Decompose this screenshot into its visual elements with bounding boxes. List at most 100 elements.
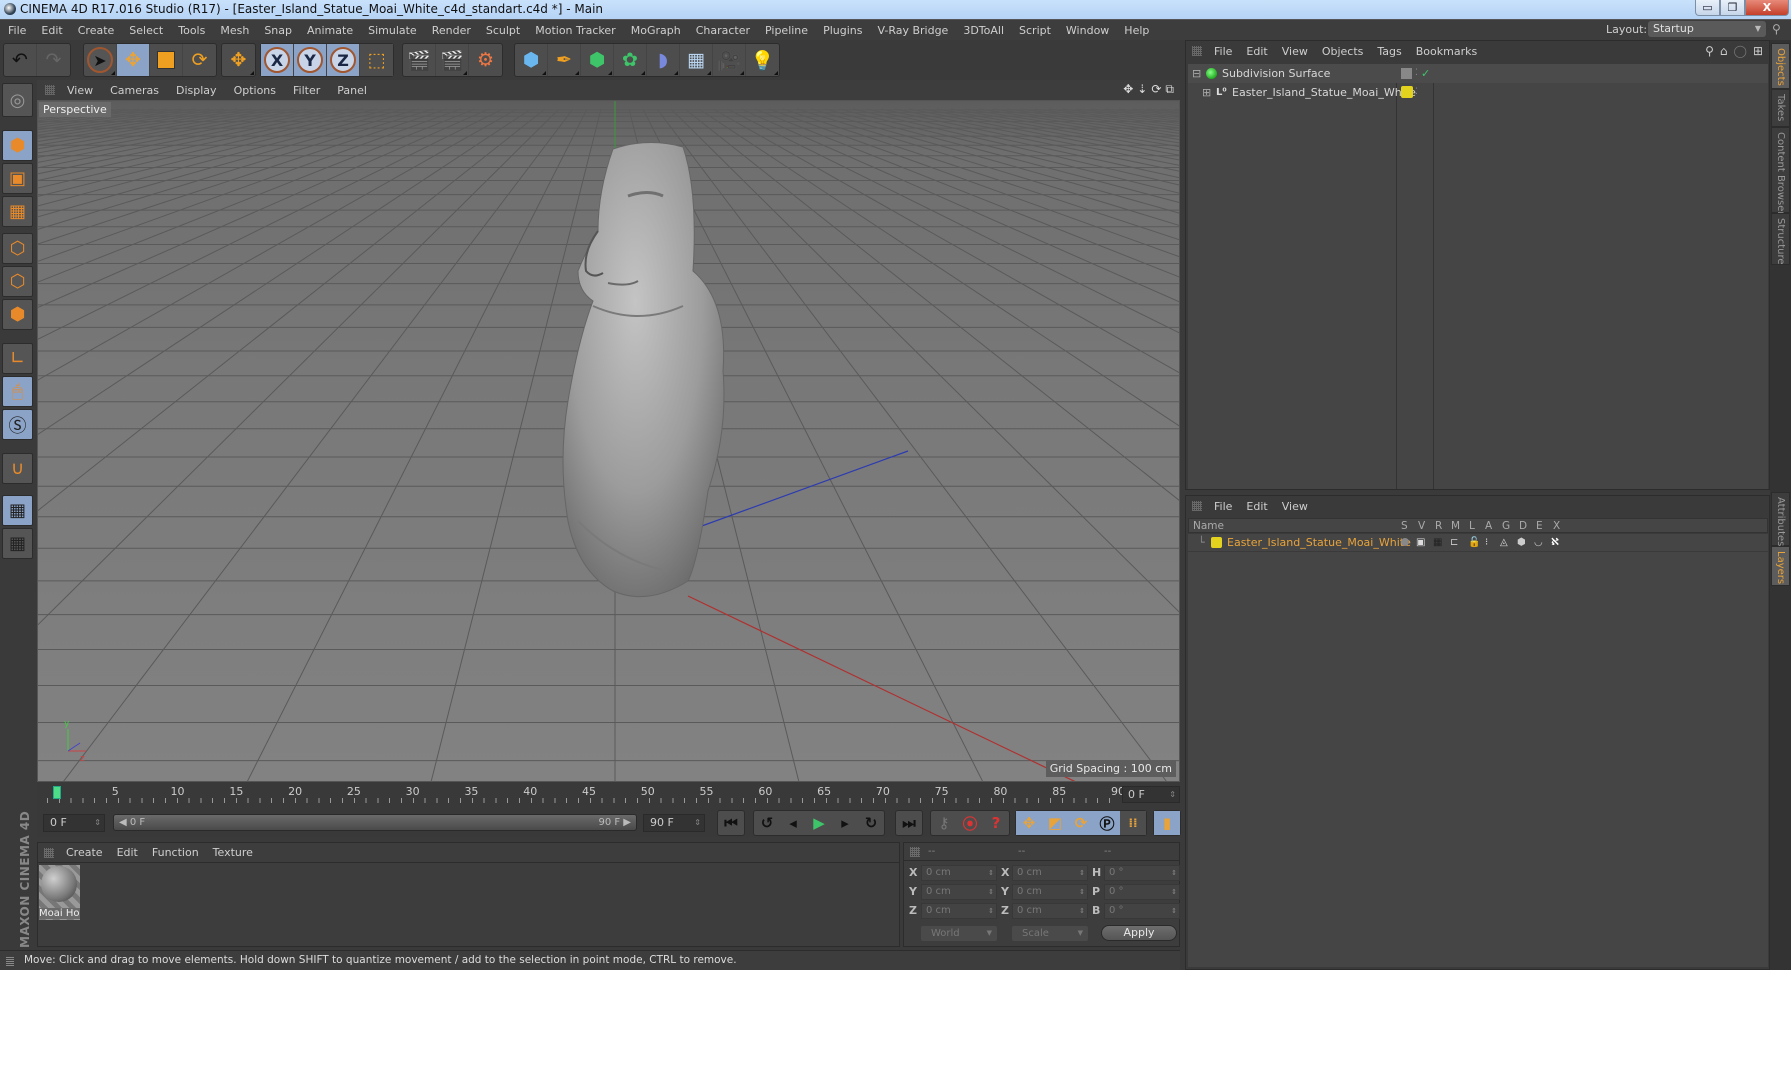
orbit-icon[interactable]: ⟳ (1151, 82, 1161, 97)
enabled-check-icon[interactable]: ✓ (1421, 64, 1430, 83)
solo-mode-button[interactable]: Ⓢ (2, 409, 33, 440)
panel-grip-icon[interactable] (6, 956, 14, 966)
maximize-button[interactable]: ❐ (1720, 0, 1745, 16)
pan-icon[interactable]: ✥ (1123, 82, 1133, 97)
viewport-menu-cameras[interactable]: Cameras (110, 84, 159, 97)
points-mode-button[interactable]: ⬡ (2, 233, 33, 264)
expand-icon[interactable]: ⊞ (1202, 83, 1211, 102)
add-camera-button[interactable]: 🎥 (713, 44, 746, 76)
objects-menu-view[interactable]: View (1282, 45, 1308, 58)
menu-mograph[interactable]: MoGraph (631, 24, 681, 37)
next-frame-button[interactable]: ▸ (832, 811, 858, 835)
apply-button[interactable]: Apply (1101, 925, 1177, 941)
coordinate-system-button[interactable]: ⬚ (360, 44, 393, 76)
layers-menu-file[interactable]: File (1214, 500, 1232, 513)
axis-mode-button[interactable]: ∟ (2, 343, 33, 374)
workplane-cycle-button[interactable]: ▦ (2, 528, 33, 559)
column-name[interactable]: Name (1193, 519, 1224, 533)
play-button[interactable]: ▶ (806, 811, 832, 835)
spinner-icon[interactable]: ⇕ (694, 815, 701, 831)
menu-character[interactable]: Character (696, 24, 750, 37)
tab-structure[interactable]: Structure (1771, 213, 1790, 265)
animation-toggle-icon[interactable]: ⁝ (1485, 534, 1488, 551)
key-position-button[interactable]: ✥ (1016, 811, 1042, 835)
collapse-icon[interactable]: ⊟ (1192, 64, 1201, 83)
menu-render[interactable]: Render (432, 24, 471, 37)
viewport-menu-filter[interactable]: Filter (293, 84, 320, 97)
panel-grip-icon[interactable] (1192, 46, 1202, 56)
viewport-menu-options[interactable]: Options (234, 84, 276, 97)
goto-end-button[interactable]: ⏭ (896, 811, 922, 835)
previous-frame-button[interactable]: ◂ (780, 811, 806, 835)
menu-mesh[interactable]: Mesh (220, 24, 249, 37)
end-frame-field[interactable]: 90 F ⇕ (643, 814, 705, 832)
new-window-icon[interactable]: ⊞ (1753, 44, 1763, 58)
menu-select[interactable]: Select (129, 24, 163, 37)
y-axis-lock-button[interactable]: Y (294, 44, 327, 76)
add-floor-button[interactable]: ▦ (680, 44, 713, 76)
timeline-window-button[interactable]: ▮ (1154, 811, 1180, 835)
tab-content-browser[interactable]: Content Browser (1771, 127, 1790, 215)
menu-window[interactable]: Window (1066, 24, 1109, 37)
menu-sculpt[interactable]: Sculpt (486, 24, 520, 37)
tab-takes[interactable]: Takes (1771, 89, 1790, 127)
layout-dropdown[interactable]: Startup ▼ (1648, 21, 1766, 37)
xref-toggle-icon[interactable]: ℵ (1551, 534, 1559, 551)
start-frame-field[interactable]: 0 F ⇕ (43, 814, 105, 832)
spinner-icon[interactable]: ⇕ (1169, 787, 1176, 802)
x-axis-lock-button[interactable]: X (261, 44, 294, 76)
deformers-toggle-icon[interactable]: ⬢ (1517, 534, 1526, 551)
key-pla-button[interactable]: ⁞⁞ (1120, 811, 1146, 835)
undo-button[interactable]: ↶ (4, 44, 37, 76)
size-mode-dropdown[interactable]: Scale ▼ (1012, 926, 1088, 941)
view-toggle-icon[interactable]: ▣ (1416, 534, 1425, 551)
keyframe-selection-button[interactable]: ? (983, 811, 1009, 835)
previous-key-button[interactable]: ↺ (754, 811, 780, 835)
rot-h-field[interactable]: 0 ° ⇕ (1104, 865, 1180, 881)
record-active-button[interactable]: ⚷ (931, 811, 957, 835)
material-menu-create[interactable]: Create (66, 846, 103, 859)
viewport-menu-view[interactable]: View (67, 84, 93, 97)
layers-menu-view[interactable]: View (1282, 500, 1308, 513)
rot-b-field[interactable]: 0 ° ⇕ (1104, 903, 1180, 919)
menu-edit[interactable]: Edit (41, 24, 62, 37)
add-pen-spline-button[interactable]: ✒ (548, 44, 581, 76)
menu-vray-bridge[interactable]: V-Ray Bridge (877, 24, 948, 37)
snap-button[interactable]: ∪ (2, 453, 33, 484)
menu-pipeline[interactable]: Pipeline (765, 24, 808, 37)
object-name[interactable]: Easter_Island_Statue_Moai_White (1232, 83, 1416, 102)
column-deformers[interactable]: D (1519, 519, 1527, 533)
column-xref[interactable]: X (1553, 519, 1560, 533)
panel-grip-icon[interactable] (44, 847, 54, 858)
objects-menu-file[interactable]: File (1214, 45, 1232, 58)
column-solo[interactable]: S (1401, 519, 1408, 533)
menu-plugins[interactable]: Plugins (823, 24, 862, 37)
timeline-ruler[interactable]: 051015202530354045505560657075808590 0 F… (37, 782, 1180, 807)
column-locked[interactable]: L (1469, 519, 1475, 533)
layers-menu-edit[interactable]: Edit (1246, 500, 1267, 513)
preview-range-slider[interactable]: ◀ 0 F 90 F ▶ (113, 814, 637, 831)
maximize-view-icon[interactable]: ⧉ (1165, 82, 1174, 97)
search-icon[interactable]: ⚲ (1705, 44, 1714, 58)
pos-z-field[interactable]: 0 cm ⇕ (921, 903, 997, 919)
home-icon[interactable]: ⌂ (1720, 44, 1728, 58)
column-manager[interactable]: M (1451, 519, 1460, 533)
visibility-dots-icon[interactable]: ⁚ (1415, 83, 1418, 102)
menu-script[interactable]: Script (1019, 24, 1051, 37)
size-x-field[interactable]: 0 cm ⇕ (1012, 865, 1088, 881)
render-toggle-icon[interactable]: ▦ (1433, 534, 1442, 551)
layer-color-swatch[interactable] (1211, 537, 1222, 548)
objects-menu-objects[interactable]: Objects (1322, 45, 1364, 58)
move-tool-button[interactable]: ✥ (117, 44, 150, 76)
material-menu-function[interactable]: Function (152, 846, 199, 859)
key-parameter-button[interactable]: Ⓟ (1094, 811, 1120, 835)
object-name[interactable]: Subdivision Surface (1222, 64, 1330, 83)
expressions-toggle-icon[interactable]: ◡ (1534, 534, 1543, 551)
next-key-button[interactable]: ↻ (858, 811, 884, 835)
tab-objects[interactable]: Objects (1771, 43, 1790, 89)
current-frame-field[interactable]: 0 F ⇕ (1122, 786, 1180, 803)
visibility-dots-icon[interactable]: ⁚ (1415, 64, 1418, 83)
viewport-menu-display[interactable]: Display (176, 84, 217, 97)
material-swatch[interactable]: Moai Ho (39, 865, 80, 920)
objects-menu-bookmarks[interactable]: Bookmarks (1416, 45, 1477, 58)
